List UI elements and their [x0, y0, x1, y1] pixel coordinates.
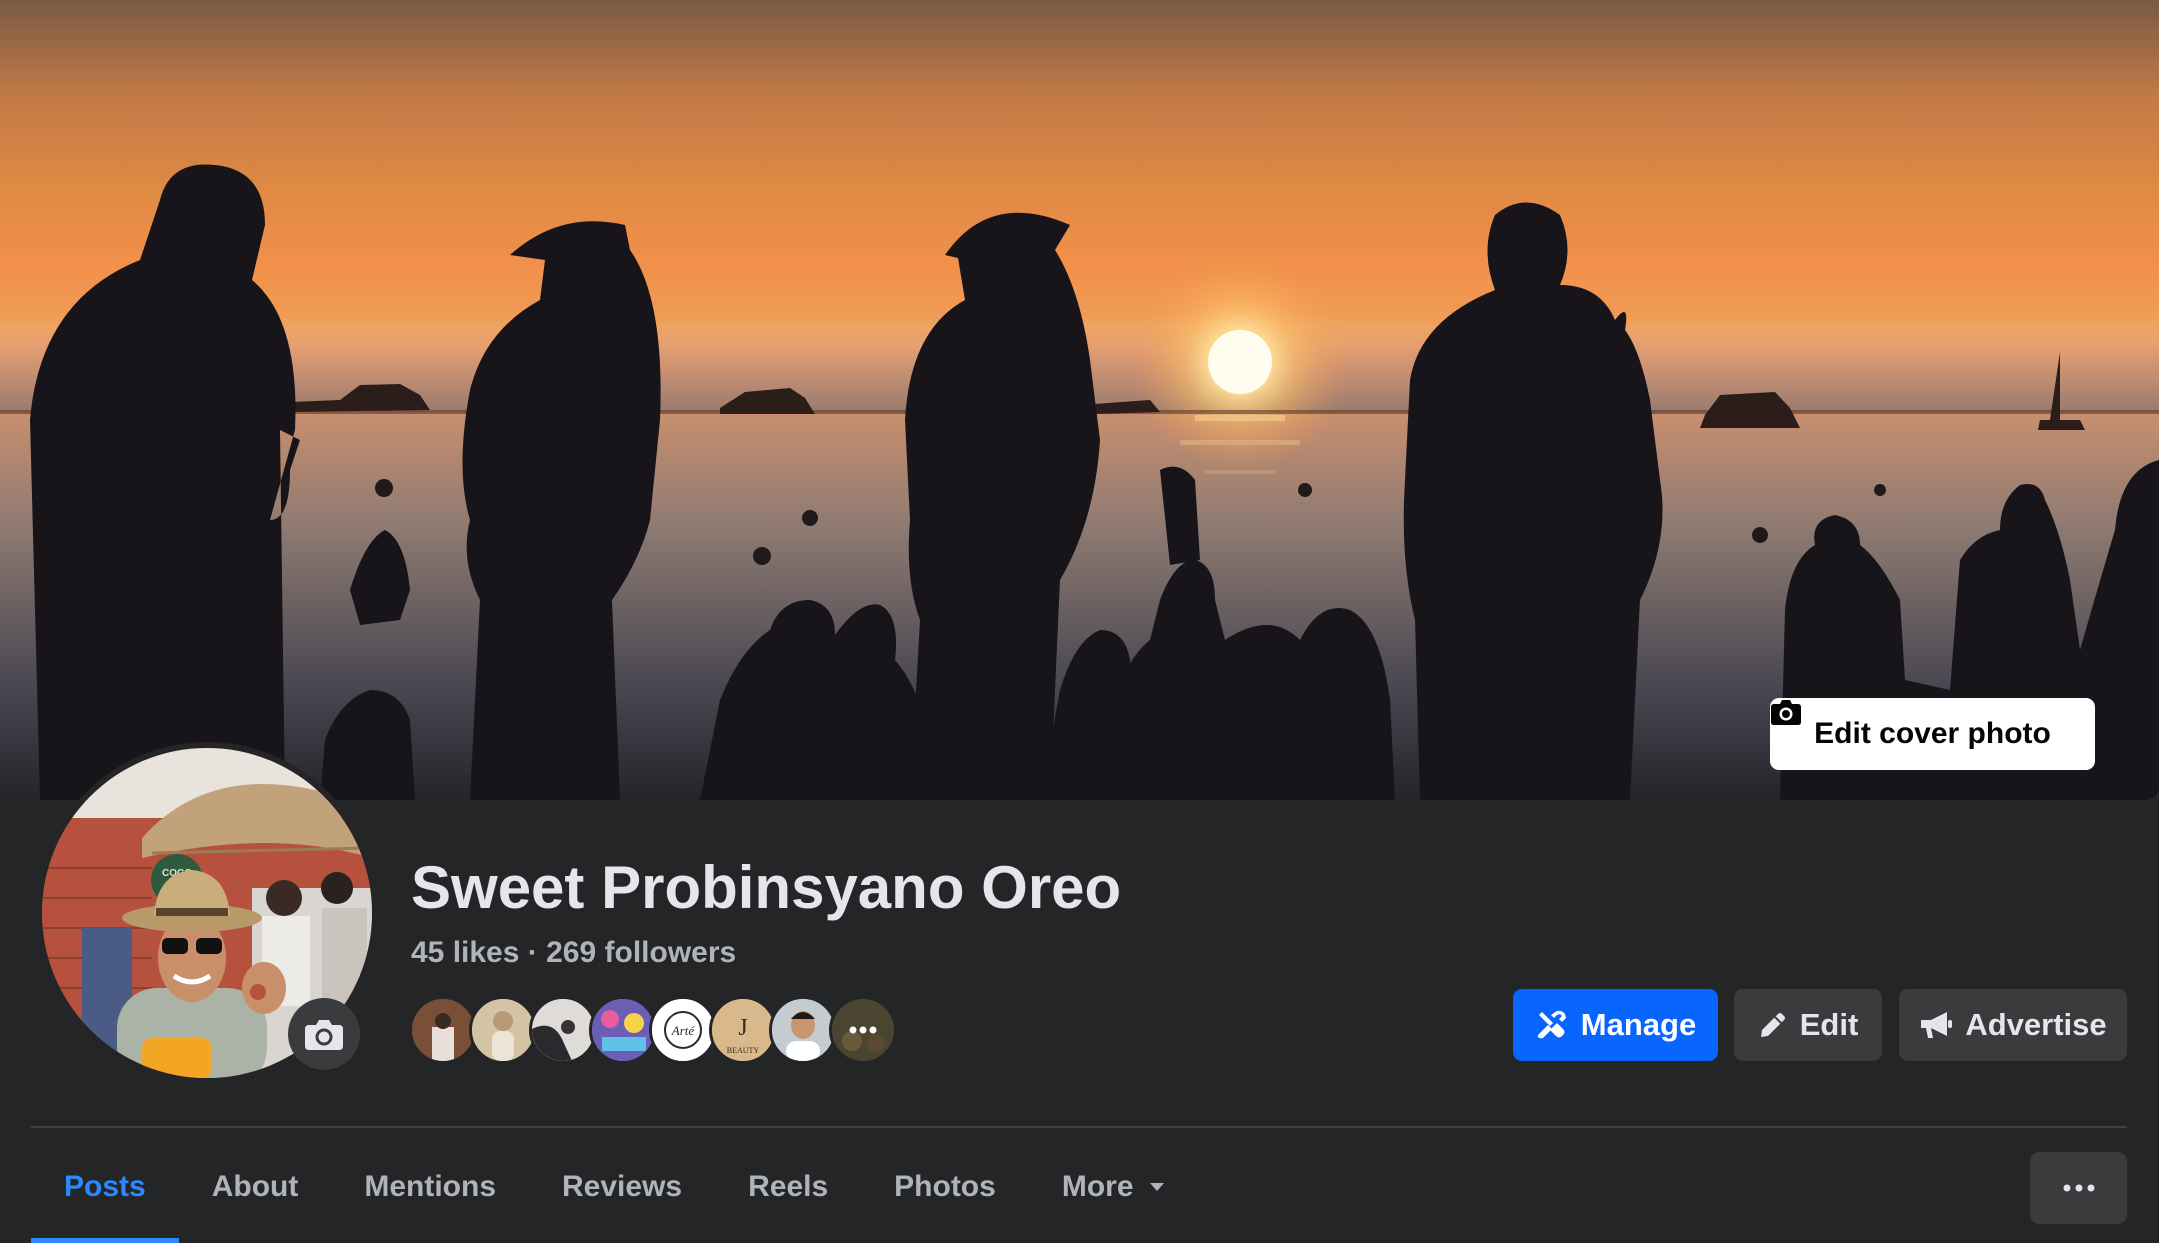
follower-avatar-8[interactable]	[829, 996, 897, 1064]
likes-link[interactable]: 45 likes	[411, 936, 519, 969]
more-options-icon	[2063, 1184, 2094, 1192]
tab-more-label: More	[1061, 1169, 1134, 1203]
header-divider	[31, 1126, 2127, 1128]
follower-avatars: Arté J BEAUTY	[409, 996, 897, 1064]
tab-mentions[interactable]: Mentions	[331, 1130, 529, 1243]
cover-photo[interactable]: Edit cover photo	[0, 0, 2159, 800]
tab-reviews-label: Reviews	[562, 1169, 683, 1203]
edit-cover-photo-label: Edit cover photo	[1814, 717, 2051, 750]
tools-icon	[1537, 1010, 1566, 1039]
camera-icon	[305, 1020, 343, 1050]
tab-photos[interactable]: Photos	[861, 1130, 1029, 1243]
follower-avatar-6-image: J BEAUTY	[712, 999, 774, 1061]
follower-avatar-3[interactable]	[529, 996, 597, 1064]
tab-reels[interactable]: Reels	[715, 1130, 861, 1243]
advertise-label: Advertise	[1965, 1007, 2107, 1042]
caret-down-icon	[1149, 1182, 1164, 1191]
follower-avatar-3-image	[532, 999, 594, 1061]
tab-reels-label: Reels	[748, 1169, 829, 1203]
update-profile-picture-button[interactable]	[288, 998, 360, 1070]
page-stats: 45 likes · 269 followers	[411, 936, 736, 970]
follower-avatar-1-image	[412, 999, 474, 1061]
follower-avatar-6[interactable]: J BEAUTY	[709, 996, 777, 1064]
followers-link[interactable]: 269 followers	[546, 936, 736, 969]
tab-more[interactable]: More	[1029, 1130, 1199, 1243]
follower-avatar-5[interactable]: Arté	[649, 996, 717, 1064]
tab-about-label: About	[211, 1169, 299, 1203]
manage-button[interactable]: Manage	[1513, 989, 1718, 1061]
follower-avatar-7-image	[772, 999, 834, 1061]
tab-photos-label: Photos	[894, 1169, 996, 1203]
tab-mentions-label: Mentions	[364, 1169, 497, 1203]
page-header: Edit cover photo COCO Sweet Probinsyano …	[0, 0, 2159, 1243]
tab-about[interactable]: About	[179, 1130, 332, 1243]
megaphone-icon	[1921, 1012, 1953, 1038]
follower-avatar-8-image	[832, 999, 894, 1061]
manage-label: Manage	[1580, 1007, 1697, 1042]
edit-button[interactable]: Edit	[1734, 989, 1882, 1061]
follower-avatar-2-image	[472, 999, 534, 1061]
tab-reviews[interactable]: Reviews	[529, 1130, 715, 1243]
advertise-button[interactable]: Advertise	[1899, 989, 2127, 1061]
svg-text:BEAUTY: BEAUTY	[727, 1046, 760, 1055]
cover-photo-image	[0, 164, 2159, 800]
follower-avatar-5-image: Arté	[652, 999, 714, 1061]
tab-posts[interactable]: Posts	[31, 1130, 179, 1243]
edit-label: Edit	[1799, 1007, 1859, 1042]
follower-avatar-2[interactable]	[469, 996, 537, 1064]
page-tabs: Posts About Mentions Reviews Reels Photo…	[31, 1130, 1199, 1243]
follower-avatar-1[interactable]	[409, 996, 477, 1064]
pencil-icon	[1760, 1013, 1785, 1037]
stats-separator: ·	[527, 936, 538, 969]
svg-text:Arté: Arté	[671, 1023, 696, 1038]
edit-cover-photo-button[interactable]: Edit cover photo	[1770, 698, 2095, 770]
follower-avatar-4[interactable]	[589, 996, 657, 1064]
follower-avatar-4-image	[592, 999, 654, 1061]
page-title: Sweet Probinsyano Oreo	[411, 854, 1122, 921]
svg-text:J: J	[738, 1015, 747, 1041]
follower-avatar-7[interactable]	[769, 996, 837, 1064]
tab-posts-label: Posts	[64, 1169, 146, 1203]
more-options-button[interactable]	[2030, 1152, 2127, 1224]
camera-icon	[1771, 700, 1801, 725]
